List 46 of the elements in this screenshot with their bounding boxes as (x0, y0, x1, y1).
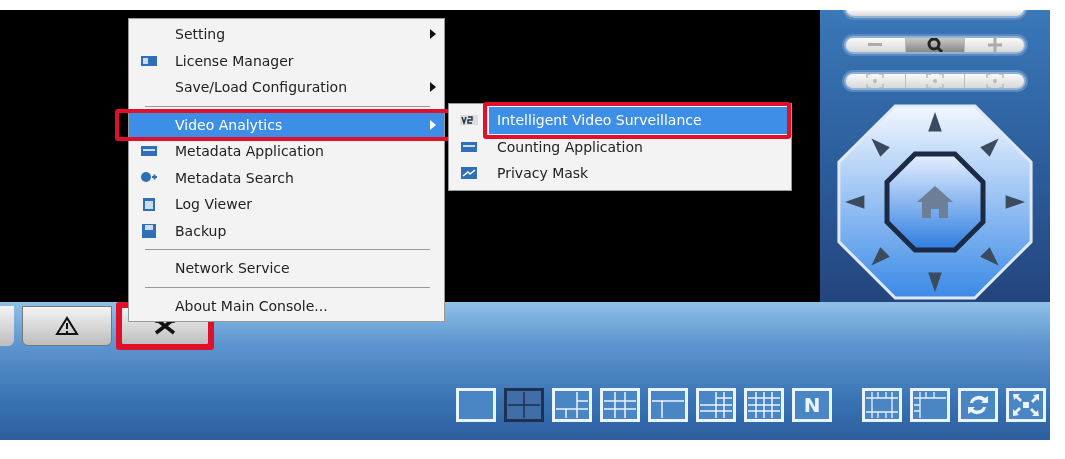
warning-icon (55, 316, 79, 336)
zoom-button[interactable] (904, 37, 965, 52)
menu-item[interactable]: Counting Application (489, 133, 787, 160)
menu-item[interactable]: Metadata Search (129, 164, 444, 191)
arrow-icon[interactable] (1005, 195, 1025, 209)
grid-icon (914, 392, 946, 418)
menu-item[interactable]: Save/Load Configuration (129, 74, 444, 101)
layout-icon (556, 392, 588, 418)
menu-item[interactable]: Metadata Application (129, 138, 444, 165)
arrow-icon[interactable] (928, 112, 942, 132)
plus-icon (987, 37, 1002, 52)
arrow-icon[interactable] (980, 138, 999, 157)
menu-item[interactable]: About Main Console... (129, 292, 444, 319)
menu-item[interactable]: Network Service (129, 255, 444, 282)
arrow-icon[interactable] (871, 138, 890, 157)
layout-icon (748, 392, 780, 418)
focus-icon (926, 73, 944, 88)
arrow-icon[interactable] (980, 247, 999, 266)
focus-icon (985, 73, 1004, 88)
menu-item[interactable]: Log Viewer (129, 191, 444, 218)
focus-icon (866, 73, 885, 88)
caret-icon (430, 82, 436, 93)
menu-item[interactable]: Backup (129, 217, 444, 244)
menu-item[interactable]: License Manager (129, 47, 444, 74)
arrow-icon[interactable] (871, 247, 890, 266)
layout-icon (508, 392, 540, 418)
view-button[interactable] (1006, 388, 1046, 422)
view-button[interactable] (862, 388, 902, 422)
menu-item[interactable]: Privacy Mask (489, 160, 787, 187)
layout-button[interactable] (504, 388, 544, 422)
image-icon (460, 165, 478, 182)
caret-icon (430, 29, 436, 40)
layout-icon (604, 392, 636, 418)
arrow-icon[interactable] (845, 195, 865, 209)
search-icon (926, 37, 944, 52)
minus-icon (868, 42, 883, 47)
menu-item[interactable]: Setting (129, 21, 444, 48)
clipboard-icon (140, 196, 158, 213)
caret-icon (430, 119, 436, 130)
tab[interactable] (0, 306, 14, 346)
layout-icon (700, 392, 732, 418)
view-button[interactable] (910, 388, 950, 422)
fullscreen-icon (1012, 393, 1040, 417)
view-button[interactable] (958, 388, 998, 422)
grid-icon (866, 392, 898, 418)
toolbar-tab[interactable] (22, 306, 112, 346)
